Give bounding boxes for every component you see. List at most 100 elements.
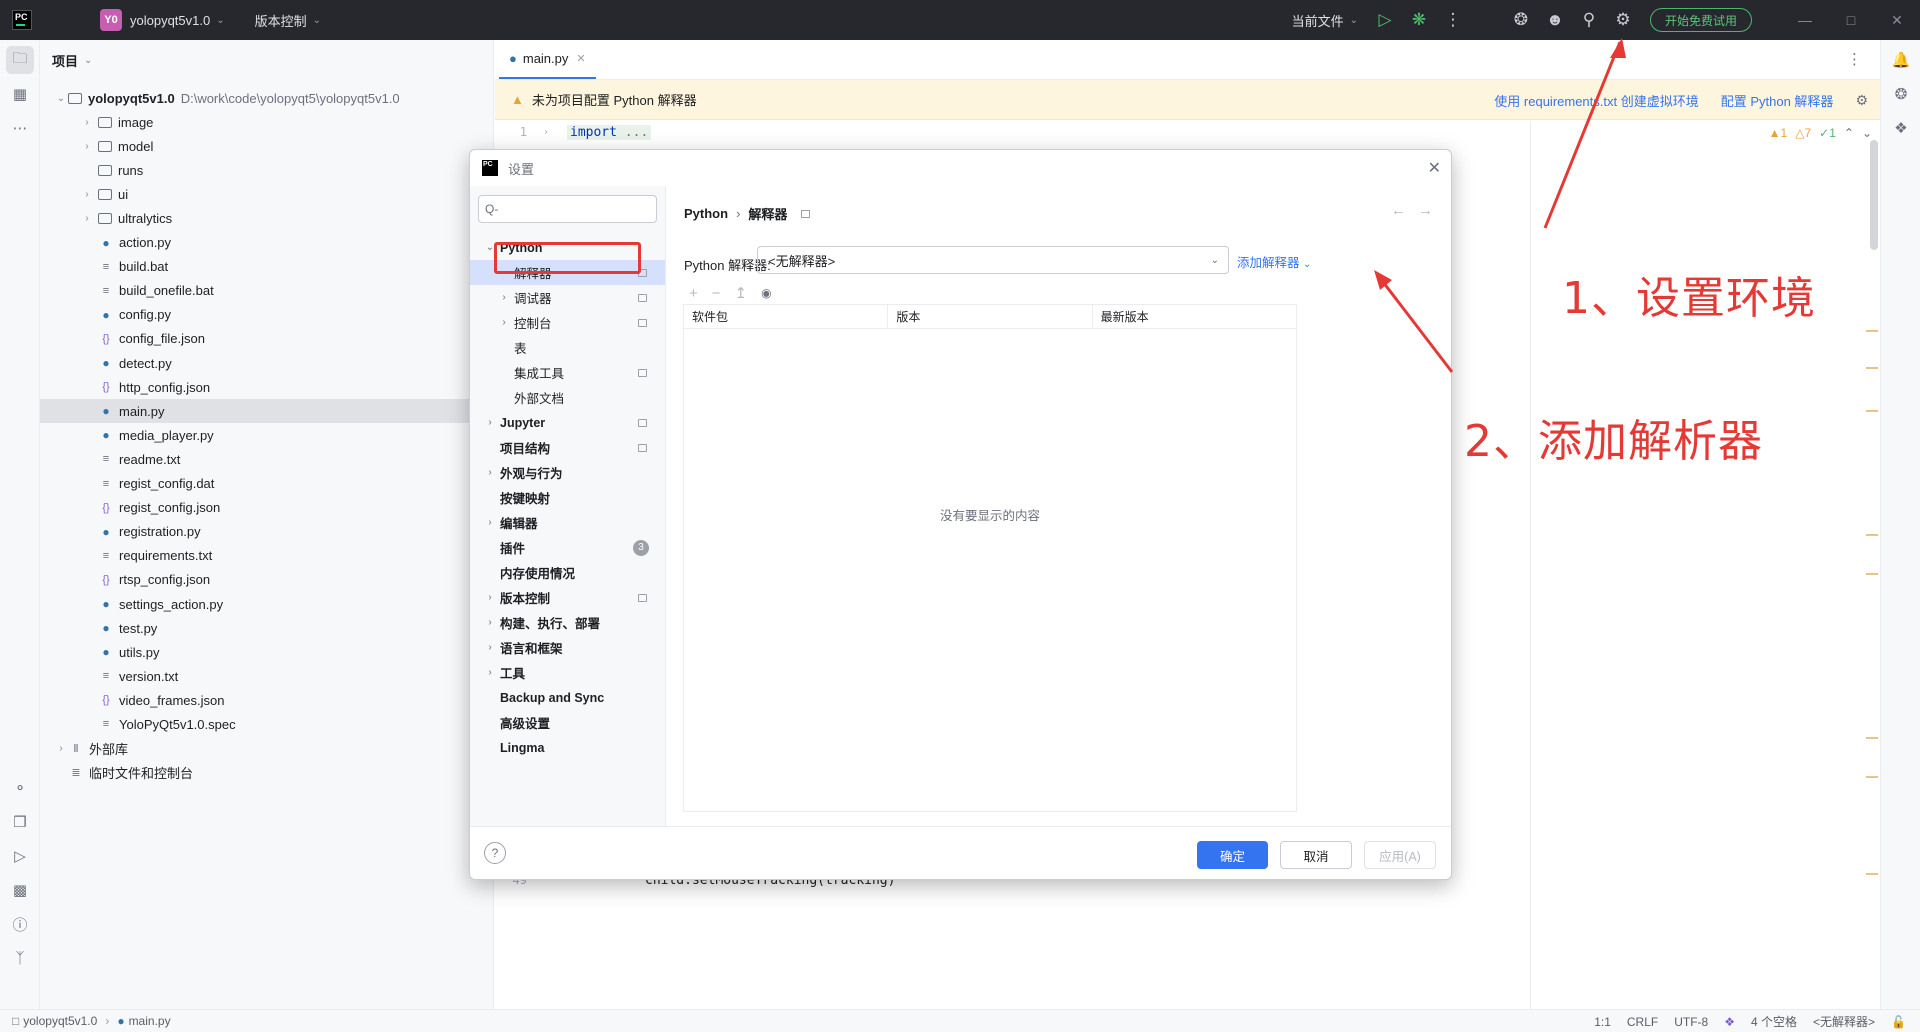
apply-button[interactable]: 应用(A) — [1364, 841, 1436, 869]
chevron-right-icon[interactable]: › — [480, 642, 500, 653]
tree-file[interactable]: {} rtsp_config.json — [40, 568, 494, 592]
settings-nav-item[interactable]: 集成工具 — [470, 360, 665, 385]
tree-file[interactable]: registration.py — [40, 520, 494, 544]
chevron-right-icon[interactable]: › — [480, 617, 500, 628]
chevron-right-icon[interactable]: › — [480, 592, 500, 603]
indent-setting[interactable]: 4 个空格 — [1751, 1013, 1797, 1030]
search-icon[interactable]: ⚲ — [1572, 0, 1606, 40]
chevron-right-icon[interactable]: › — [480, 667, 500, 678]
notifications-icon[interactable]: 🔔 — [1887, 46, 1915, 74]
project-tool-icon[interactable]: 🗀 — [6, 46, 34, 74]
tree-file[interactable]: ≡ requirements.txt — [40, 544, 494, 568]
ai-assistant-icon[interactable]: ❂ — [1504, 0, 1538, 40]
close-dialog-icon[interactable]: ✕ — [1428, 158, 1441, 178]
chevron-right-icon[interactable]: › — [80, 213, 94, 224]
forward-arrow-icon[interactable]: → — [1418, 202, 1433, 219]
close-window-icon[interactable]: ✕ — [1874, 0, 1920, 40]
chevron-right-icon[interactable]: › — [80, 141, 94, 152]
chevron-up-icon[interactable]: ⌃ — [1844, 126, 1854, 140]
tree-folder[interactable]: › ultralytics — [40, 206, 494, 230]
structure-tool-icon[interactable]: ▦ — [6, 80, 34, 108]
tree-file[interactable]: detect.py — [40, 351, 494, 375]
settings-nav-item[interactable]: › 外观与行为 — [470, 460, 665, 485]
chevron-right-icon[interactable]: › — [80, 189, 94, 200]
settings-nav-item[interactable]: › 语言和框架 — [470, 635, 665, 660]
chevron-down-icon[interactable]: ⌄ — [54, 93, 68, 104]
warning-stripe[interactable] — [1866, 573, 1878, 575]
add-interpreter-link[interactable]: 添加解释器 ⌄ — [1237, 252, 1311, 271]
status-crumb-project[interactable]: yolopyqt5v1.0 — [23, 1014, 97, 1028]
settings-nav-item[interactable]: 高级设置 — [470, 710, 665, 735]
create-venv-link[interactable]: 使用 requirements.txt 创建虚拟环境 — [1494, 91, 1698, 110]
debug-icon[interactable]: ❋ — [1402, 0, 1436, 40]
add-package-icon[interactable]: + — [689, 285, 698, 302]
settings-nav-item[interactable]: 内存使用情况 — [470, 560, 665, 585]
upgrade-package-icon[interactable]: ↥ — [735, 284, 748, 302]
add-user-icon[interactable]: ☻ — [1538, 0, 1572, 40]
terminal-icon[interactable]: ▩ — [6, 876, 34, 904]
tree-file[interactable]: test.py — [40, 616, 494, 640]
warning-stripe[interactable] — [1866, 410, 1878, 412]
tree-file[interactable]: main.py — [40, 399, 494, 424]
chevron-right-icon[interactable]: › — [80, 117, 94, 128]
settings-nav-item[interactable]: › 控制台 — [470, 310, 665, 335]
tree-file[interactable]: ≡ YoloPyQt5v1.0.spec — [40, 712, 494, 736]
tree-file[interactable]: ≡ build_onefile.bat — [40, 279, 494, 303]
close-tab-icon[interactable]: ✕ — [576, 52, 585, 65]
inspection-widget[interactable]: ▲1 △7 ✓1 ⌃ ⌄ — [1769, 126, 1872, 140]
settings-nav-item[interactable]: › 编辑器 — [470, 510, 665, 535]
tree-file[interactable]: ≡ version.txt — [40, 664, 494, 688]
tree-file[interactable]: settings_action.py — [40, 592, 494, 616]
warning-stripe[interactable] — [1866, 737, 1878, 739]
run-tool-icon[interactable]: ▷ — [6, 842, 34, 870]
file-encoding[interactable]: UTF-8 — [1674, 1015, 1708, 1029]
main-menu-icon[interactable] — [58, 0, 74, 40]
lingma-status-icon[interactable]: ❖ — [1724, 1015, 1735, 1029]
settings-nav-item[interactable]: › 调试器 — [470, 285, 665, 310]
settings-nav-item[interactable]: Backup and Sync — [470, 685, 665, 710]
ai-chat-icon[interactable]: ❂ — [1887, 80, 1915, 108]
cancel-button[interactable]: 取消 — [1280, 841, 1352, 869]
settings-nav-item[interactable]: 项目结构 — [470, 435, 665, 460]
configure-interpreter-link[interactable]: 配置 Python 解释器 — [1721, 91, 1834, 110]
tree-file[interactable]: utils.py — [40, 640, 494, 664]
settings-nav-item[interactable]: 表 — [470, 335, 665, 360]
minimize-icon[interactable]: — — [1782, 0, 1828, 40]
settings-nav-item[interactable]: › 版本控制 — [470, 585, 665, 610]
settings-nav-item[interactable]: 按键映射 — [470, 485, 665, 510]
tree-scratches[interactable]: ≣ 临时文件和控制台 — [40, 761, 494, 785]
tree-file[interactable]: {} regist_config.json — [40, 496, 494, 520]
tree-file[interactable]: ≡ regist_config.dat — [40, 472, 494, 496]
settings-nav-item[interactable]: 外部文档 — [470, 385, 665, 410]
settings-nav-item[interactable]: Lingma — [470, 735, 665, 760]
tree-file[interactable]: {} video_frames.json — [40, 688, 494, 712]
interpreter-select[interactable]: <无解释器> ⌄ — [757, 246, 1229, 274]
run-icon[interactable]: ▷ — [1368, 0, 1402, 40]
caret-position[interactable]: 1:1 — [1594, 1015, 1611, 1029]
more-icon[interactable]: ⋮ — [1436, 0, 1470, 40]
settings-search-input[interactable]: Q- — [478, 195, 657, 223]
python-packages-icon[interactable]: ⚬ — [6, 774, 34, 802]
problems-icon[interactable]: ⓘ — [6, 910, 34, 938]
column-header-version[interactable]: 版本 — [888, 305, 1093, 328]
chevron-right-icon[interactable]: › — [480, 467, 500, 478]
services-icon[interactable]: ❒ — [6, 808, 34, 836]
show-early-releases-icon[interactable]: ◉ — [761, 286, 771, 300]
tree-file[interactable]: {} http_config.json — [40, 375, 494, 399]
settings-nav-item[interactable]: › 工具 — [470, 660, 665, 685]
line-separator[interactable]: CRLF — [1627, 1015, 1658, 1029]
back-arrow-icon[interactable]: ← — [1391, 202, 1406, 219]
start-trial-button[interactable]: 开始免费试用 — [1649, 8, 1752, 32]
settings-nav-item[interactable]: 插件 3 — [470, 535, 665, 560]
tree-file[interactable]: ≡ readme.txt — [40, 447, 494, 471]
maximize-icon[interactable]: □ — [1828, 0, 1874, 40]
tree-file[interactable]: action.py — [40, 231, 494, 255]
vcs-menu[interactable]: 版本控制 ⌄ — [247, 0, 321, 40]
help-icon[interactable]: ? — [484, 842, 506, 864]
tree-folder[interactable]: › model — [40, 134, 494, 158]
editor-scrollbar[interactable] — [1870, 140, 1878, 250]
notice-gear-icon[interactable]: ⚙ — [1855, 92, 1868, 109]
tabs-more-icon[interactable]: ⋮ — [1847, 50, 1862, 68]
tree-folder[interactable]: runs — [40, 158, 494, 182]
lock-icon[interactable]: 🔓 — [1891, 1015, 1906, 1029]
